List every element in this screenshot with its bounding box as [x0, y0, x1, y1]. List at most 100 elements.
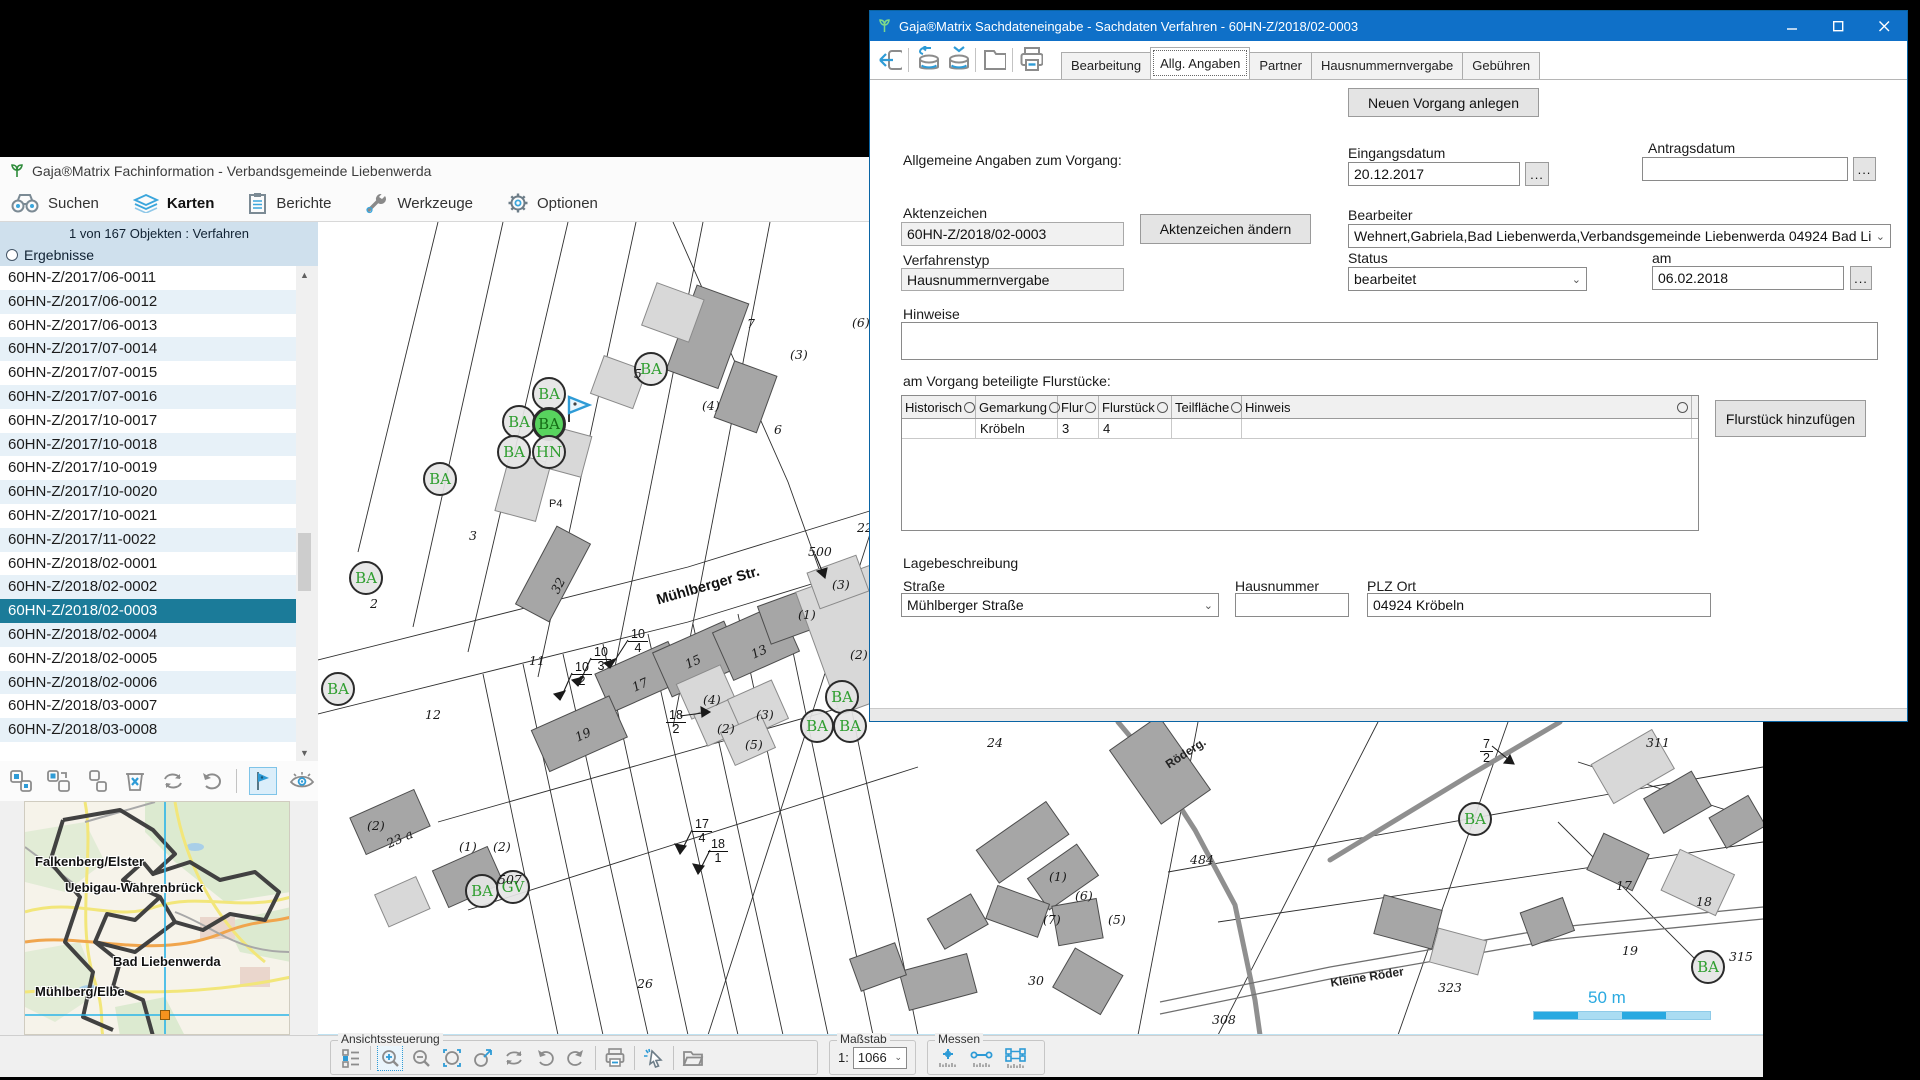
table-row[interactable]: Kröbeln34 [902, 419, 1698, 439]
map-marker-ba[interactable]: BA [800, 709, 834, 743]
tab-allg-angaben[interactable]: Allg. Angaben [1150, 47, 1250, 79]
column-header[interactable]: Gemarkung [976, 396, 1058, 418]
list-item[interactable]: 60HN-Z/2017/10-0019 [0, 456, 296, 480]
map-marker-ba[interactable]: BA [497, 435, 531, 469]
list-item[interactable]: 60HN-Z/2017/06-0011 [0, 266, 296, 290]
map-marker-hn[interactable]: HN [532, 435, 566, 469]
list-item[interactable]: 60HN-Z/2018/02-0003 [0, 599, 296, 623]
column-header[interactable]: Teilfläche [1172, 396, 1242, 418]
scroll-up-icon[interactable]: ▲ [296, 266, 313, 283]
column-header[interactable]: Flur [1058, 396, 1099, 418]
undo-view-icon[interactable] [533, 1046, 557, 1070]
delete-selection-icon[interactable] [122, 768, 148, 794]
change-aktenzeichen-button[interactable]: Aktenzeichen ändern [1140, 214, 1311, 244]
clear-selection-icon[interactable] [84, 768, 110, 794]
list-item[interactable]: 60HN-Z/2017/06-0012 [0, 290, 296, 314]
hausnummer-field[interactable] [1235, 593, 1349, 617]
menu-item-karten[interactable]: Karten [133, 193, 215, 213]
list-item[interactable]: 60HN-Z/2017/07-0015 [0, 361, 296, 385]
map-marker-ba[interactable]: BA [833, 709, 867, 743]
refresh-icon[interactable] [160, 768, 186, 794]
column-header[interactable]: Historisch [902, 396, 976, 418]
menu-item-suchen[interactable]: Suchen [10, 193, 99, 213]
new-case-button[interactable]: Neuen Vorgang anlegen [1348, 88, 1539, 117]
map-marker-ba[interactable]: BA [465, 874, 499, 908]
minimize-button[interactable] [1769, 11, 1815, 41]
zoom-pan-icon[interactable] [471, 1046, 495, 1070]
flag-selected-icon[interactable] [249, 767, 277, 795]
hinweise-textarea[interactable] [901, 322, 1878, 360]
select-objects-icon[interactable] [8, 768, 34, 794]
folder-icon[interactable] [982, 48, 1006, 72]
list-item[interactable]: 60HN-Z/2018/03-0008 [0, 718, 296, 742]
menu-item-berichte[interactable]: Berichte [248, 192, 331, 214]
sort-icon[interactable] [1231, 402, 1242, 413]
strasse-combo[interactable]: Mühlberger Straße ⌄ [901, 593, 1219, 617]
list-item[interactable]: 60HN-Z/2017/10-0018 [0, 433, 296, 457]
measure-point-icon[interactable] [936, 1046, 960, 1070]
list-item[interactable]: 60HN-Z/2018/02-0004 [0, 623, 296, 647]
map-marker-ba[interactable]: BA [423, 462, 457, 496]
sort-icon[interactable] [964, 402, 975, 413]
column-header[interactable]: Hinweis [1242, 396, 1692, 418]
redo-view-icon[interactable] [564, 1046, 588, 1070]
tab-bearbeitung[interactable]: Bearbeitung [1061, 52, 1151, 79]
database-save-icon[interactable] [945, 48, 969, 72]
list-item[interactable]: 60HN-Z/2017/11-0022 [0, 528, 296, 552]
print-icon[interactable] [1019, 48, 1043, 72]
exit-editor-icon[interactable] [878, 48, 902, 72]
print-map-icon[interactable] [603, 1046, 627, 1070]
scale-select[interactable]: 1066 ⌄ [853, 1047, 907, 1069]
tab-partner[interactable]: Partner [1249, 52, 1312, 79]
zoom-out-icon[interactable] [409, 1046, 433, 1070]
map-marker-ba[interactable]: BA [1691, 950, 1725, 984]
list-item[interactable]: 60HN-Z/2017/06-0013 [0, 314, 296, 338]
menu-item-optionen[interactable]: Optionen [507, 192, 598, 214]
refresh-view-icon[interactable] [502, 1046, 526, 1070]
antragsdatum-picker-button[interactable]: ... [1853, 157, 1876, 181]
map-marker-ba[interactable]: BA [321, 672, 355, 706]
list-item[interactable]: 60HN-Z/2018/02-0002 [0, 575, 296, 599]
zoom-rectangle-icon[interactable] [440, 1046, 464, 1070]
dialog-titlebar[interactable]: Gaja®Matrix Sachdateneingabe - Sachdaten… [870, 11, 1907, 41]
sort-icon[interactable] [1677, 402, 1688, 413]
map-marker-ba[interactable]: BA [502, 405, 536, 439]
am-field[interactable]: 06.02.2018 [1652, 266, 1844, 290]
case-list-scrollbar[interactable]: ▲ ▼ [296, 266, 313, 761]
list-item[interactable]: 60HN-Z/2017/07-0014 [0, 337, 296, 361]
sort-icon[interactable] [1085, 402, 1096, 413]
bearbeiter-combo[interactable]: Wehnert,Gabriela,Bad Liebenwerda,Verband… [1348, 224, 1891, 248]
measure-distance-icon[interactable] [970, 1046, 994, 1070]
tab-hausnummernvergabe[interactable]: Hausnummernvergabe [1311, 52, 1463, 79]
open-folder-icon[interactable] [681, 1046, 705, 1070]
legend-icon[interactable] [339, 1046, 363, 1070]
tab-gebuehren[interactable]: Gebühren [1462, 52, 1540, 79]
menu-item-werkzeuge[interactable]: Werkzeuge [365, 192, 473, 214]
column-header[interactable]: Flurstück [1099, 396, 1172, 418]
results-section-header[interactable]: Ergebnisse [0, 244, 318, 266]
list-item[interactable]: 60HN-Z/2017/10-0021 [0, 504, 296, 528]
map-marker-ba[interactable]: BA [1458, 802, 1492, 836]
am-picker-button[interactable]: ... [1850, 266, 1872, 290]
map-marker-ba[interactable]: BA [349, 561, 383, 595]
add-flurstueck-button[interactable]: Flurstück hinzufügen [1715, 400, 1866, 437]
info-pointer-icon[interactable] [642, 1046, 666, 1070]
list-item[interactable]: 60HN-Z/2018/02-0001 [0, 552, 296, 576]
sort-icon[interactable] [1157, 402, 1168, 413]
scroll-down-icon[interactable]: ▼ [296, 744, 313, 761]
list-item[interactable]: 60HN-Z/2017/10-0017 [0, 409, 296, 433]
eingangsdatum-picker-button[interactable]: ... [1525, 162, 1549, 186]
eye-visibility-icon[interactable] [289, 768, 315, 794]
overview-map[interactable]: Falkenberg/ElsterUebigau-WahrenbrückBad … [24, 801, 290, 1035]
antragsdatum-field[interactable] [1642, 157, 1848, 181]
status-combo[interactable]: bearbeitet ⌄ [1348, 267, 1587, 291]
undo-icon[interactable] [198, 768, 224, 794]
measure-area-icon[interactable] [1004, 1046, 1028, 1070]
list-item[interactable]: 60HN-Z/2018/03-0007 [0, 694, 296, 718]
zoom-in-icon[interactable] [378, 1046, 402, 1070]
flurstuecke-table[interactable]: HistorischGemarkungFlurFlurstückTeilfläc… [901, 395, 1699, 531]
list-item[interactable]: 60HN-Z/2018/02-0005 [0, 647, 296, 671]
database-load-icon[interactable] [915, 48, 939, 72]
eingangsdatum-field[interactable]: 20.12.2017 [1348, 162, 1520, 186]
list-item[interactable]: 60HN-Z/2018/02-0006 [0, 671, 296, 695]
